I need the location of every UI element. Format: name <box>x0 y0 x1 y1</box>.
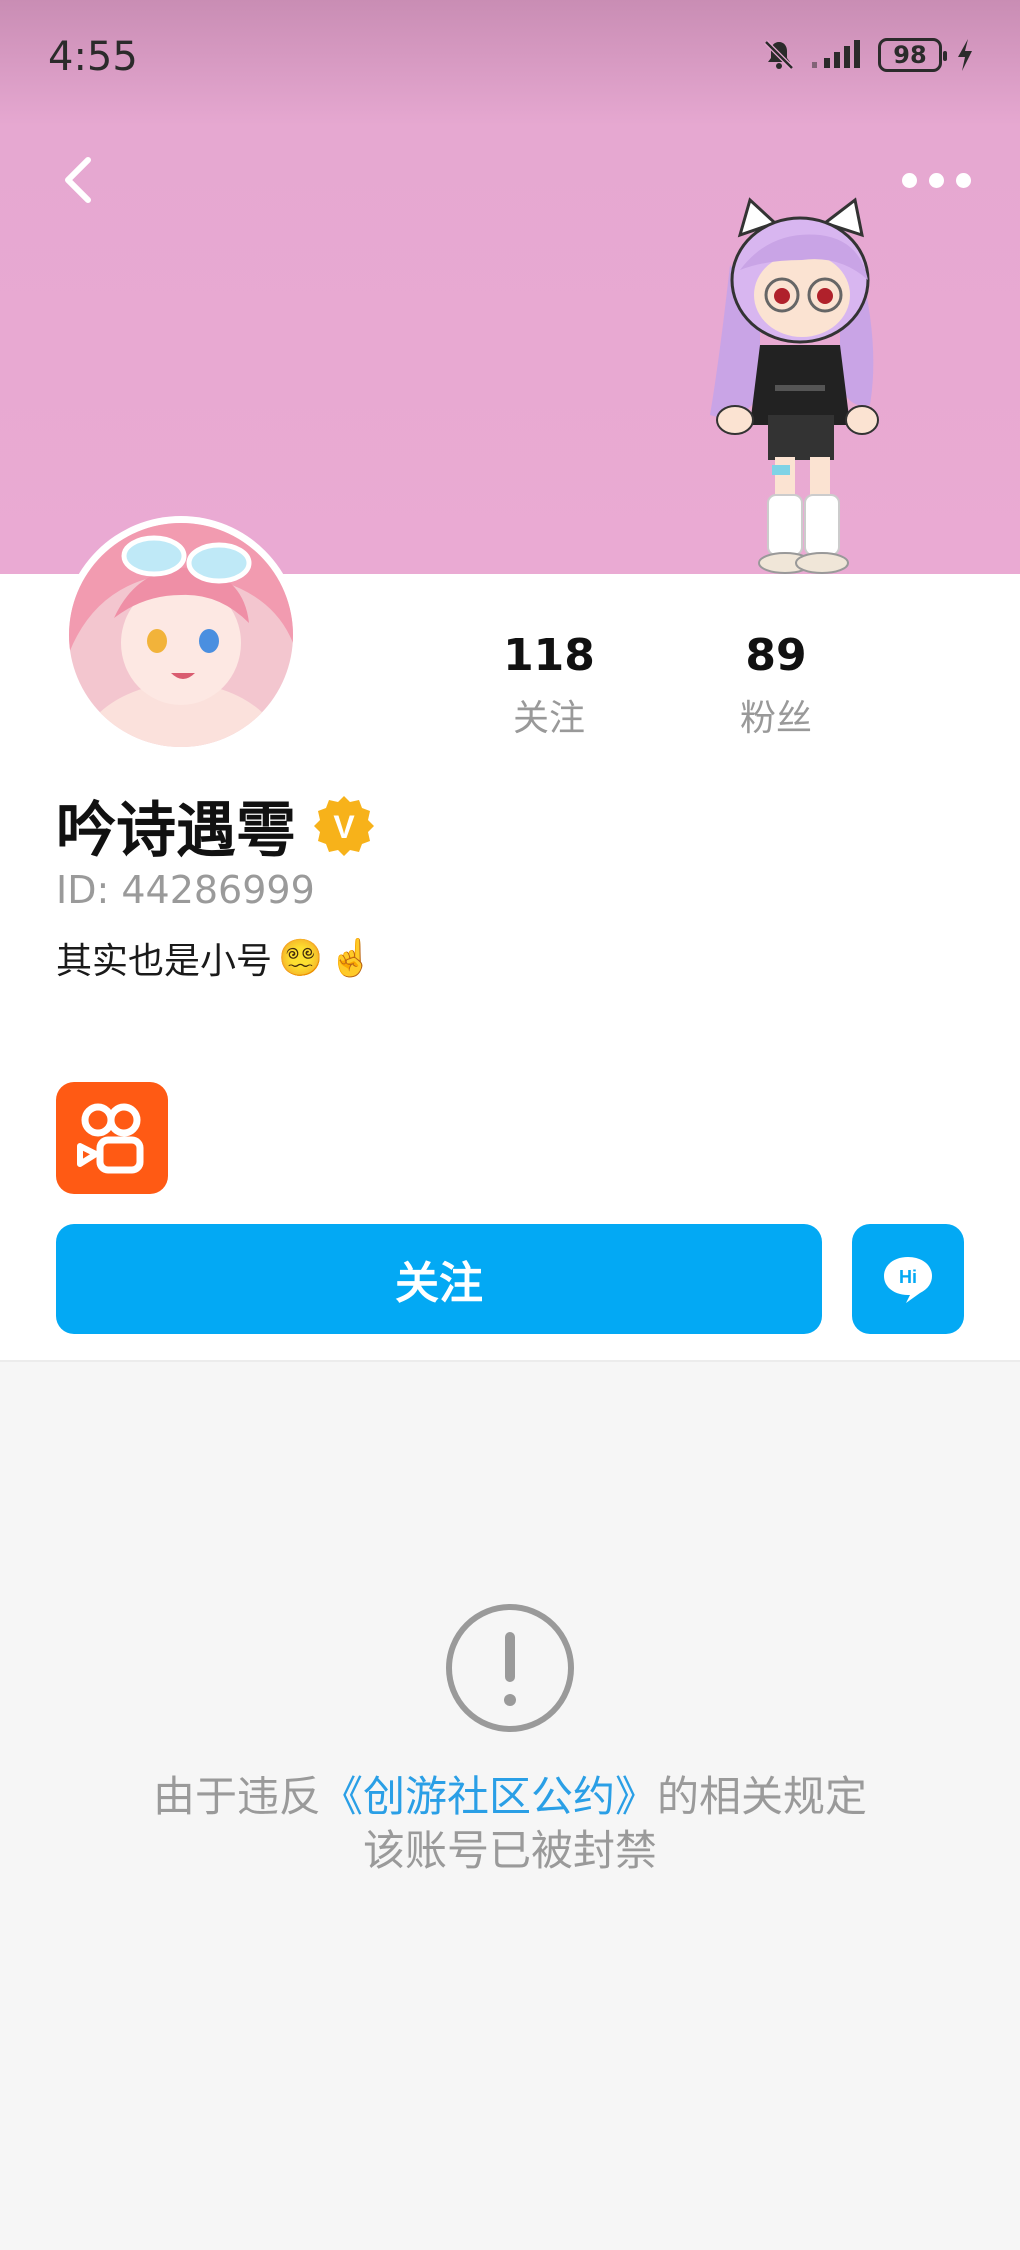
message-button[interactable]: Hi <box>852 1224 964 1334</box>
signal-icon <box>812 40 860 68</box>
chat-bubble-icon: Hi <box>884 1257 932 1303</box>
status-icons: 98 <box>762 38 974 72</box>
bio-emoji-point-up: ☝️ <box>328 938 374 979</box>
battery-indicator: 98 <box>878 38 947 72</box>
ban-notice-line2: 该账号已被封禁 <box>362 1826 657 1875</box>
stat-following[interactable]: 118 关注 <box>469 630 629 741</box>
more-dot <box>929 172 944 188</box>
charging-bolt-icon <box>958 39 972 71</box>
user-id: ID: 44286999 <box>56 868 315 912</box>
username: 吟诗遇雩 <box>56 796 296 866</box>
ban-notice-line1: 由于违反《创游社区公约》的相关规定 <box>0 1770 1020 1824</box>
following-count: 118 <box>503 630 595 681</box>
profile-banner: 4:55 98 <box>0 0 1020 574</box>
stat-fans[interactable]: 89 粉丝 <box>696 630 856 741</box>
avatar-image <box>69 523 293 747</box>
warning-exclamation-icon <box>446 1604 574 1732</box>
character-illustration <box>710 197 879 574</box>
ban-notice-prefix: 由于违反 <box>152 1772 321 1821</box>
badge-letter: V <box>333 809 355 845</box>
fans-count: 89 <box>745 630 807 681</box>
status-bar: 4:55 98 <box>0 0 1020 120</box>
message-label: Hi <box>899 1267 917 1287</box>
follow-button[interactable]: 关注 <box>56 1224 822 1334</box>
bio: 其实也是小号 😵‍💫 ☝️ <box>56 932 374 984</box>
app-logo[interactable] <box>56 1082 168 1194</box>
mute-bell-icon <box>764 40 794 70</box>
status-time: 4:55 <box>48 34 138 80</box>
bio-text: 其实也是小号 <box>56 941 273 982</box>
divider <box>0 1360 1020 1362</box>
bio-emoji-dizzy: 😵‍💫 <box>278 938 323 979</box>
more-button[interactable] <box>902 165 972 195</box>
ban-notice: 由于违反《创游社区公约》的相关规定 该账号已被封禁 <box>0 1770 1020 1878</box>
verified-badge-icon: V <box>314 795 374 856</box>
community-rules-link[interactable]: 《创游社区公约》 <box>321 1772 657 1821</box>
following-label: 关注 <box>512 698 585 739</box>
ban-notice-suffix: 的相关规定 <box>657 1772 868 1821</box>
fans-label: 粉丝 <box>739 698 812 739</box>
more-dot <box>902 172 917 188</box>
video-camera-logo-icon <box>77 1103 144 1174</box>
name-row: 吟诗遇雩 V <box>56 782 376 869</box>
chevron-left-icon <box>65 157 91 203</box>
avatar[interactable] <box>62 516 300 754</box>
more-dot <box>956 172 971 188</box>
back-button[interactable] <box>50 150 110 210</box>
